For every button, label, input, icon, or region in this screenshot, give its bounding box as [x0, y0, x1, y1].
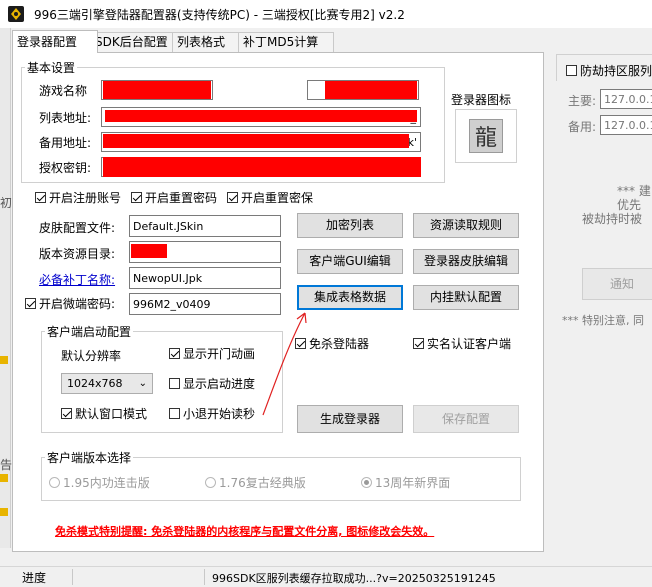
tab-sdk-config[interactable]: SDK后台配置: [90, 32, 180, 52]
background-window-edge: 初 告: [0, 28, 13, 548]
window-title: 996三端引擎登陆器配置器(支持传统PC) - 三端授权[比赛专用2] v2.2: [34, 8, 405, 22]
tab-list-format[interactable]: 列表格式: [172, 32, 246, 52]
notify-button[interactable]: 通知: [582, 268, 652, 300]
divider: [204, 569, 205, 585]
backup-label: 备用:: [568, 120, 597, 134]
right-note-line: 被劫持时被: [582, 212, 643, 226]
primary-server-input[interactable]: 127.0.0.1: [600, 89, 652, 109]
tab-launcher-config[interactable]: 登录器配置: [12, 30, 98, 53]
tab-md5-calc[interactable]: 补丁MD5计算: [238, 32, 334, 52]
special-note: *** 特别注意, 同: [562, 314, 644, 327]
status-bar: 进度 996SDK区服列表缓存拉取成功...?v=20250325191245: [0, 566, 652, 587]
edge-text: 初: [0, 196, 13, 210]
main-panel: 基本设置 游戏名称 列表地址: _ 备用地址: k' 授权密钥: 登录器图标 龍…: [12, 52, 544, 552]
title-bar: 996三端引擎登陆器配置器(支持传统PC) - 三端授权[比赛专用2] v2.2: [0, 0, 652, 28]
app-icon: [8, 6, 24, 22]
primary-label: 主要:: [568, 94, 597, 108]
edge-icon: [0, 356, 8, 364]
annotation-arrow: [262, 312, 307, 416]
status-message: 996SDK区服列表缓存拉取成功...?v=20250325191245: [212, 572, 496, 585]
divider: [72, 569, 73, 585]
backup-server-input[interactable]: 127.0.0.1: [600, 115, 652, 135]
edge-icon: [0, 474, 8, 482]
checkbox-anti-hijack[interactable]: 防劫持区服列: [566, 62, 652, 79]
checkbox-label: 防劫持区服列: [580, 64, 652, 78]
checkbox-icon: [566, 65, 577, 76]
edge-icon: [0, 508, 8, 516]
edge-text: 告: [0, 458, 13, 472]
progress-label: 进度: [22, 571, 47, 585]
